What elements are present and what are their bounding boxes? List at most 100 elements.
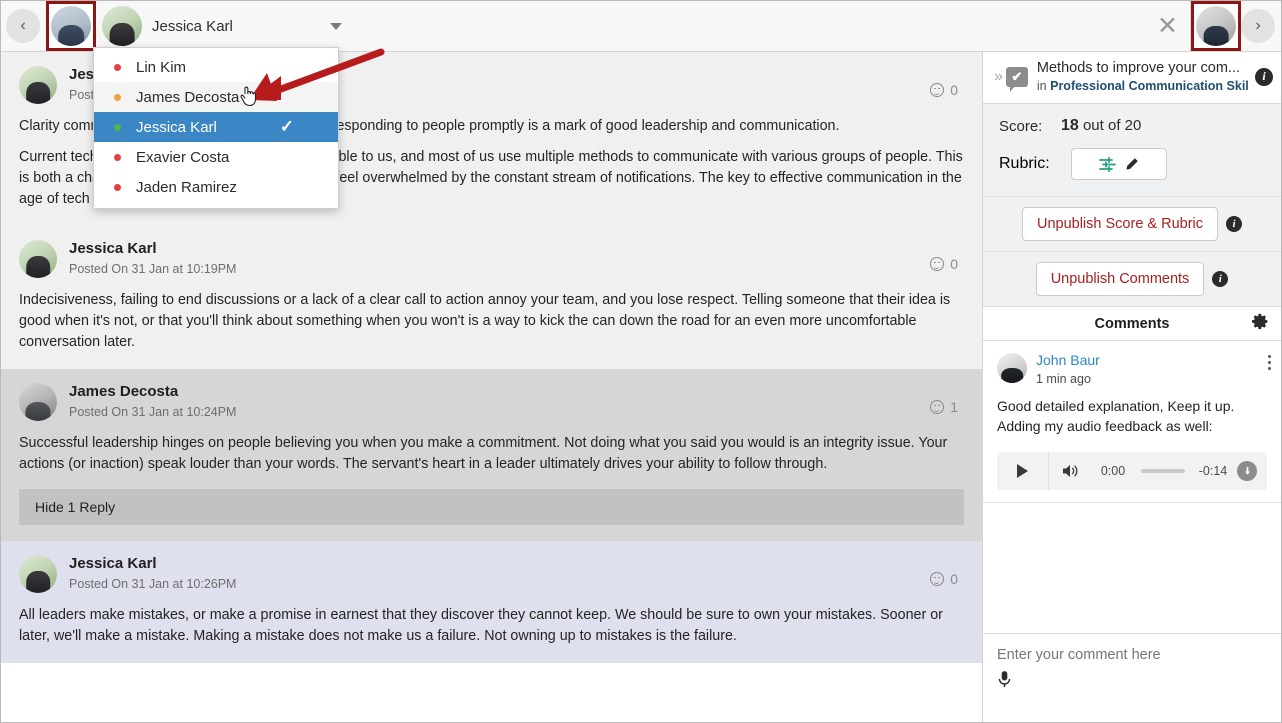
info-icon[interactable]: i	[1226, 216, 1243, 233]
avatar	[19, 66, 57, 104]
comment-line: Adding my audio feedback as well:	[997, 418, 1213, 435]
avatar	[997, 353, 1027, 384]
dropdown-item-james-decosta[interactable]: James Decosta	[94, 82, 338, 112]
post-body: Successful leadership hinges on people b…	[19, 433, 964, 475]
post-paragraph: All leaders make mistakes, or make a pro…	[19, 607, 943, 645]
dropdown-item-jaden-ramirez[interactable]: Jaden Ramirez	[94, 172, 338, 202]
pencil-icon	[1126, 158, 1138, 170]
close-button[interactable]: ✕	[1145, 13, 1190, 39]
comment-item: John Baur 1 min ago Good detailed explan…	[983, 341, 1281, 504]
reaction-control[interactable]: 1	[930, 399, 958, 415]
sliders-icon	[1099, 156, 1116, 172]
reaction-control[interactable]: 0	[930, 82, 958, 98]
comment-input[interactable]	[997, 647, 1267, 663]
dropdown-item-label: Exavier Costa	[136, 148, 230, 166]
unpublish-score-button[interactable]: Unpublish Score & Rubric	[1021, 207, 1219, 242]
selected-student-label: Jessica Karl	[152, 17, 233, 35]
student-dropdown-menu[interactable]: Lin Kim James Decosta Jessica Karl ✓ Exa…	[93, 47, 339, 209]
post-header: Jessica Karl Posted On 31 Jan at 10:26PM	[19, 555, 964, 594]
comment-author[interactable]: John Baur	[1036, 352, 1100, 368]
score-value: 18 out of 20	[1061, 117, 1141, 135]
volume-icon	[1063, 465, 1078, 478]
audio-remaining-time: -0:14	[1198, 464, 1228, 479]
post-header: Jessica Karl Posted On 31 Jan at 10:19PM	[19, 240, 964, 279]
info-icon[interactable]: i	[1255, 67, 1273, 86]
info-icon[interactable]: i	[1212, 271, 1229, 288]
post-header: James Decosta Posted On 31 Jan at 10:24P…	[19, 383, 964, 422]
score-section: Score: 18 out of 20 Rubric:	[983, 104, 1281, 198]
dropdown-item-label: James Decosta	[136, 88, 240, 106]
download-icon	[1244, 466, 1250, 475]
post-timestamp: Posted On 31 Jan at 10:24PM	[69, 404, 237, 419]
post-paragraph: Successful leadership hinges on people b…	[19, 435, 948, 473]
avatar	[19, 555, 57, 594]
next-user-avatar-highlight	[1191, 1, 1241, 51]
course-name: Professional Communication Skills	[1050, 79, 1249, 94]
audio-player: 0:00 -0:14	[997, 452, 1267, 491]
assignment-header: » ✔ Methods to improve your com... in Pr…	[983, 52, 1281, 105]
smiley-icon	[930, 257, 945, 272]
next-student-button[interactable]: ›	[1241, 9, 1275, 43]
download-button[interactable]	[1237, 461, 1257, 482]
smiley-icon	[930, 572, 945, 587]
status-dot	[114, 63, 121, 71]
unpublish-comments-button[interactable]: Unpublish Comments	[1035, 262, 1205, 297]
dropdown-item-label: Lin Kim	[136, 58, 187, 76]
smiley-icon	[930, 83, 945, 97]
score-label: Score:	[999, 117, 1043, 135]
avatar	[19, 240, 57, 279]
audio-current-time: 0:00	[1100, 464, 1126, 479]
double-chevron-right-icon[interactable]: »	[989, 68, 1006, 86]
comments-header: Comments	[983, 307, 1281, 342]
post-author: James Decosta	[69, 383, 179, 401]
volume-button[interactable]	[1049, 463, 1093, 479]
status-dot	[114, 153, 121, 161]
discussion-check-icon: ✔	[1005, 66, 1028, 92]
comment-composer	[983, 633, 1281, 722]
grading-sidebar: » ✔ Methods to improve your com... in Pr…	[982, 52, 1281, 722]
rubric-row: Rubric:	[999, 148, 1265, 181]
chevron-down-icon[interactable]	[330, 22, 342, 30]
play-button[interactable]	[997, 452, 1049, 491]
reaction-count: 0	[950, 256, 958, 273]
comment-timestamp: 1 min ago	[1036, 371, 1091, 386]
comments-title: Comments	[1094, 315, 1170, 332]
gear-icon[interactable]	[1252, 313, 1269, 335]
microphone-icon[interactable]	[997, 670, 1012, 694]
post-timestamp: Posted On 31 Jan at 10:26PM	[69, 576, 237, 591]
current-user-avatar-highlight	[46, 1, 96, 51]
comment-line: Good detailed explanation, Keep it up.	[997, 397, 1235, 414]
status-dot	[114, 93, 121, 101]
avatar[interactable]	[1196, 6, 1236, 46]
student-selector[interactable]: Jessica Karl	[102, 6, 352, 46]
avatar[interactable]	[51, 6, 91, 46]
dropdown-item-lin-kim[interactable]: Lin Kim	[94, 52, 338, 82]
edit-rubric-button[interactable]	[1071, 148, 1167, 181]
post-reply: Jessica Karl Posted On 31 Jan at 10:26PM…	[1, 541, 982, 664]
post-body: Indecisiveness, failing to end discussio…	[19, 290, 964, 353]
dropdown-item-exavier-costa[interactable]: Exavier Costa	[94, 142, 338, 172]
reaction-count: 1	[950, 399, 958, 416]
post-paragraph: Indecisiveness, failing to end discussio…	[19, 292, 951, 351]
avatar	[102, 6, 142, 46]
hide-replies-button[interactable]: Hide 1 Reply	[19, 489, 964, 526]
reaction-control[interactable]: 0	[930, 571, 958, 587]
dropdown-item-jessica-karl[interactable]: Jessica Karl ✓	[94, 112, 338, 142]
kebab-menu-icon[interactable]	[1267, 355, 1271, 373]
reaction-control[interactable]: 0	[930, 256, 958, 272]
previous-student-button[interactable]: ‹	[6, 9, 40, 43]
audio-progress-slider[interactable]	[1141, 469, 1185, 474]
unpublish-score-row: Unpublish Score & Rubric i	[983, 197, 1281, 252]
status-dot	[114, 123, 121, 131]
unpublish-comments-row: Unpublish Comments i	[983, 251, 1281, 308]
reaction-count: 0	[950, 82, 958, 98]
grading-view: ‹ Jessica Karl ✕ › Jessica Karl Posted O…	[0, 0, 1282, 723]
course-prefix: in	[1036, 79, 1051, 94]
score-row: Score: 18 out of 20	[999, 117, 1265, 135]
rubric-label: Rubric:	[999, 155, 1050, 173]
score-number: 18	[1061, 117, 1079, 135]
comments-list: John Baur 1 min ago Good detailed explan…	[983, 341, 1281, 633]
tie-decoration	[1009, 374, 1015, 384]
post: Jessica Karl Posted On 31 Jan at 10:19PM…	[1, 226, 982, 370]
post-body: All leaders make mistakes, or make a pro…	[19, 605, 964, 647]
